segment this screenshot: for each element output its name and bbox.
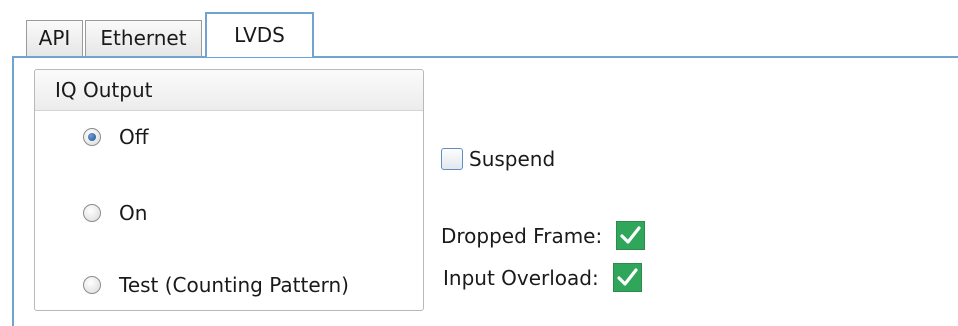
- dropped-frame-label: Dropped Frame:: [441, 223, 603, 248]
- iq-output-group: IQ Output Off On Test (Counting Pattern): [34, 69, 424, 311]
- dropped-frame-indicator: [616, 221, 646, 250]
- suspend-label: Suspend: [469, 147, 556, 171]
- suspend-checkbox[interactable]: [441, 148, 463, 170]
- tab-lvds[interactable]: LVDS: [205, 12, 314, 57]
- radio-on-label: On: [119, 201, 148, 225]
- dropped-frame-row: Dropped Frame:: [441, 221, 646, 250]
- radio-test-label: Test (Counting Pattern): [119, 273, 349, 297]
- input-overload-row: Input Overload:: [443, 263, 642, 292]
- radio-on[interactable]: On: [83, 201, 147, 225]
- radio-button-icon[interactable]: [83, 276, 101, 294]
- radio-button-icon[interactable]: [83, 204, 101, 222]
- radio-off-label: Off: [119, 125, 149, 149]
- tab-ethernet[interactable]: Ethernet: [85, 20, 202, 56]
- iq-output-title: IQ Output: [35, 70, 423, 111]
- check-icon: [617, 268, 638, 286]
- input-overload-label: Input Overload:: [443, 265, 599, 290]
- radio-test[interactable]: Test (Counting Pattern): [83, 273, 349, 297]
- input-overload-indicator: [612, 263, 642, 292]
- radio-off[interactable]: Off: [83, 125, 149, 149]
- check-icon: [620, 226, 641, 244]
- suspend-checkbox-row[interactable]: Suspend: [441, 147, 555, 171]
- tab-api[interactable]: API: [26, 20, 83, 56]
- radio-button-icon[interactable]: [83, 128, 101, 146]
